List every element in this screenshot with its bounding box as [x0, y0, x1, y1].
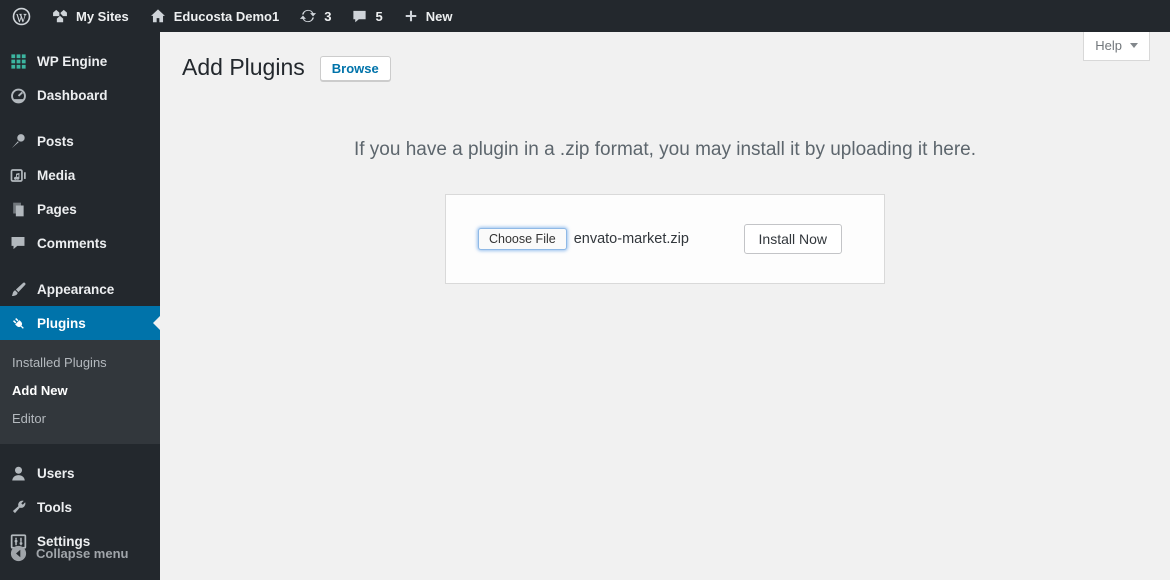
plus-icon: [403, 8, 419, 24]
appearance-icon: [9, 280, 28, 299]
comments-count: 5: [375, 8, 383, 24]
sidebar-item-label: Posts: [37, 133, 74, 149]
main-content: Help Add Plugins Browse If you have a pl…: [160, 32, 1170, 580]
sidebar-item-wp-engine[interactable]: WP Engine: [0, 44, 160, 78]
selected-file-name: envato-market.zip: [573, 231, 689, 247]
sidebar-item-label: WP Engine: [37, 53, 108, 69]
collapse-menu-button[interactable]: Collapse menu: [0, 536, 160, 570]
sidebar-item-plugins[interactable]: Plugins: [0, 306, 160, 340]
tools-icon: [9, 498, 28, 517]
sidebar-item-appearance[interactable]: Appearance: [0, 272, 160, 306]
sidebar-item-label: Users: [37, 465, 75, 481]
updates-menu[interactable]: 3: [289, 0, 341, 32]
sidebar-item-label: Pages: [37, 201, 77, 217]
upload-plugin-form: Choose File envato-market.zip Install No…: [445, 194, 885, 284]
sidebar-item-label: Comments: [37, 235, 107, 251]
help-label: Help: [1095, 38, 1122, 53]
wordpress-logo-icon: [12, 7, 31, 26]
sidebar-item-posts[interactable]: Posts: [0, 124, 160, 158]
plugin-icon: [9, 314, 28, 333]
submenu-add-new[interactable]: Add New: [0, 377, 160, 405]
sidebar-item-label: Media: [37, 167, 76, 183]
pages-icon: [9, 200, 28, 219]
my-sites-label: My Sites: [76, 8, 129, 24]
file-input-group: Choose File envato-market.zip: [478, 228, 689, 250]
submenu-installed-plugins[interactable]: Installed Plugins: [0, 349, 160, 377]
sidebar-item-label: Plugins: [37, 315, 86, 331]
comment-bubble-icon: [351, 8, 368, 25]
sidebar-item-label: Tools: [37, 499, 72, 515]
sidebar-item-tools[interactable]: Tools: [0, 490, 160, 524]
media-icon: [9, 166, 28, 185]
sidebar-item-label: Appearance: [37, 281, 115, 297]
comments-menu[interactable]: 5: [341, 0, 392, 32]
sidebar-item-pages[interactable]: Pages: [0, 192, 160, 226]
site-name-menu[interactable]: Educosta Demo1: [139, 0, 289, 32]
help-tab[interactable]: Help: [1083, 32, 1150, 61]
dashboard-icon: [9, 86, 28, 105]
upload-instruction: If you have a plugin in a .zip format, y…: [353, 139, 977, 160]
users-icon: [9, 464, 28, 483]
submenu-editor[interactable]: Editor: [0, 405, 160, 433]
new-menu[interactable]: New: [393, 0, 463, 32]
sidebar-item-dashboard[interactable]: Dashboard: [0, 78, 160, 112]
choose-file-button[interactable]: Choose File: [478, 228, 567, 250]
sidebar-item-comments[interactable]: Comments: [0, 226, 160, 260]
comments-icon: [9, 234, 28, 252]
updates-count: 3: [324, 8, 332, 24]
home-icon: [149, 7, 167, 25]
new-label: New: [425, 8, 453, 24]
plugins-submenu: Installed Plugins Add New Editor: [0, 340, 160, 444]
install-now-button[interactable]: Install Now: [743, 224, 842, 254]
sidebar-item-media[interactable]: Media: [0, 158, 160, 192]
caret-down-icon: [1130, 43, 1138, 52]
my-sites-icon: [51, 7, 69, 25]
sidebar-item-users[interactable]: Users: [0, 456, 160, 490]
site-name-label: Educosta Demo1: [173, 8, 280, 24]
my-sites-menu[interactable]: My Sites: [41, 0, 139, 32]
pin-icon: [9, 132, 28, 151]
collapse-arrow-icon: [9, 544, 28, 563]
collapse-menu-label: Collapse menu: [36, 545, 129, 561]
admin-sidebar: WP Engine Dashboard Posts Media Pages Co…: [0, 32, 160, 580]
wpengine-grid-icon: [9, 52, 28, 71]
browse-button[interactable]: Browse: [319, 56, 391, 81]
wordpress-menu[interactable]: [2, 0, 41, 32]
updates-icon: [299, 7, 317, 25]
title-row: Add Plugins Browse: [160, 32, 1170, 82]
admin-bar: My Sites Educosta Demo1 3 5 New: [0, 0, 1170, 32]
sidebar-item-label: Dashboard: [37, 87, 108, 103]
page-title: Add Plugins: [182, 54, 305, 80]
